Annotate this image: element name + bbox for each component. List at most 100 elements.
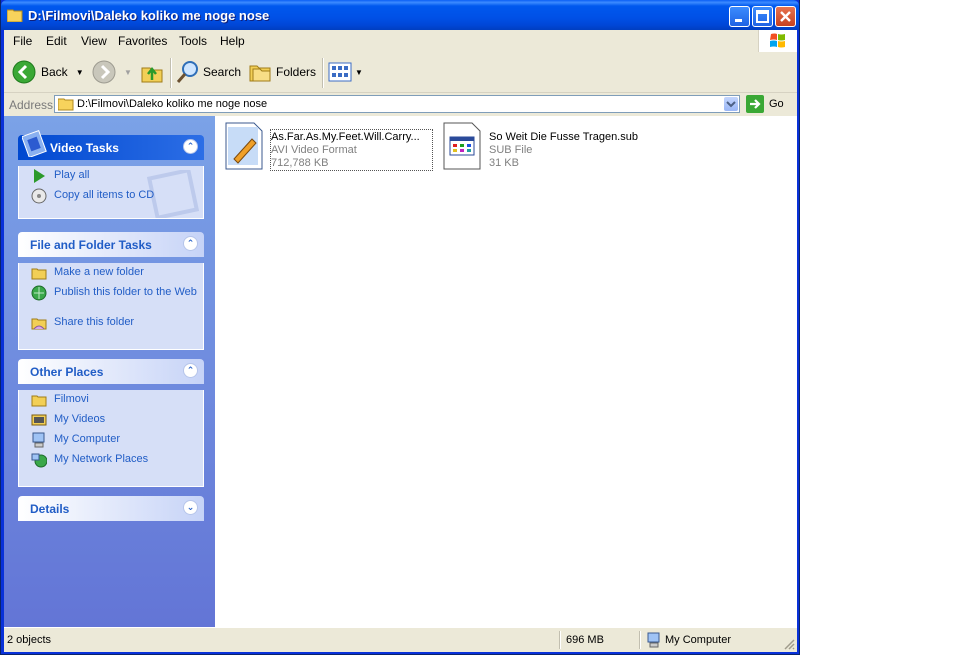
file-item-avi[interactable]: As.Far.As.My.Feet.Will.Carry... AVI Vide… [224, 121, 434, 173]
menu-view[interactable]: View [81, 34, 107, 48]
file-folder-tasks-header[interactable]: File and Folder Tasks ⌃ [18, 232, 204, 257]
address-bar: Address D:\Filmovi\Daleko koliko me noge… [4, 93, 797, 117]
search-button[interactable]: Search [176, 58, 241, 86]
share-folder-icon [31, 318, 47, 330]
task-label: Publish this folder to the Web [54, 286, 197, 298]
task-share-folder[interactable]: Share this folder [19, 313, 203, 333]
place-label: My Network Places [54, 453, 149, 465]
place-filmovi[interactable]: Filmovi [19, 390, 203, 410]
search-icon [176, 61, 198, 83]
details-title: Details [30, 502, 70, 516]
toolbar-separator [322, 58, 324, 88]
back-button[interactable]: Back ▼ [12, 58, 84, 86]
explorer-window: D:\Filmovi\Daleko koliko me noge nose Fi… [0, 0, 800, 655]
forward-button[interactable]: ▼ [92, 58, 132, 86]
details-panel: Details ⌄ [18, 496, 204, 521]
place-my-network[interactable]: My Network Places [19, 450, 203, 470]
other-places-header[interactable]: Other Places ⌃ [18, 359, 204, 384]
place-my-computer[interactable]: My Computer [19, 430, 203, 450]
views-dropdown-icon: ▼ [355, 67, 363, 77]
file-size: 31 KB [489, 157, 519, 169]
task-new-folder[interactable]: Make a new folder [19, 263, 203, 283]
video-file-icon [225, 122, 263, 170]
menu-file[interactable]: File [13, 34, 32, 48]
go-button[interactable]: Go [746, 95, 784, 113]
menu-tools[interactable]: Tools [179, 34, 207, 48]
views-button[interactable]: ▼ [328, 58, 363, 86]
task-label: Copy all items to CD [54, 189, 155, 201]
task-label: Make a new folder [54, 266, 144, 278]
film-icon [22, 129, 47, 157]
status-object-count: 2 objects [7, 634, 52, 646]
toolbar-separator [170, 58, 172, 88]
my-computer-icon [32, 432, 45, 448]
up-folder-icon [141, 66, 163, 83]
status-divider [639, 631, 641, 649]
task-play-all[interactable]: Play all [19, 166, 203, 186]
status-free-space: 696 MB [566, 634, 604, 646]
back-label: Back [41, 65, 68, 79]
file-name: So Weit Die Fusse Tragen.sub [489, 131, 638, 143]
folder-icon [58, 98, 74, 111]
play-icon [34, 169, 45, 183]
close-button[interactable] [775, 6, 796, 27]
menu-help[interactable]: Help [220, 34, 245, 48]
collapse-icon[interactable]: ⌃ [183, 139, 198, 154]
my-computer-icon [647, 632, 660, 648]
address-input[interactable]: D:\Filmovi\Daleko koliko me noge nose [54, 95, 740, 113]
video-tasks-header[interactable]: Video Tasks ⌃ [18, 129, 204, 160]
expand-icon[interactable]: ⌄ [183, 500, 198, 515]
file-size: 712,788 KB [271, 157, 329, 169]
title-bar[interactable]: D:\Filmovi\Daleko koliko me noge nose [1, 0, 799, 30]
resize-grip-icon[interactable] [783, 638, 795, 650]
forward-arrow-icon [92, 60, 116, 84]
search-label: Search [203, 65, 242, 79]
file-item-sub[interactable]: So Weit Die Fusse Tragen.sub SUB File 31… [442, 121, 652, 173]
menu-favorites[interactable]: Favorites [118, 34, 167, 48]
file-type: SUB File [489, 144, 533, 156]
file-folder-tasks-body: Make a new folder Publish this folder to… [18, 263, 204, 350]
other-places-body: Filmovi My Videos My Computer My Network… [18, 390, 204, 487]
task-publish-web[interactable]: Publish this folder to the Web [19, 283, 203, 313]
new-folder-icon [31, 268, 47, 280]
video-tasks-body: Play all Copy all items to CD [18, 166, 204, 219]
address-value: D:\Filmovi\Daleko koliko me noge nose [77, 98, 268, 110]
maximize-button[interactable] [752, 6, 773, 27]
forward-dropdown-icon: ▼ [124, 67, 132, 77]
collapse-icon[interactable]: ⌃ [183, 236, 198, 251]
folder-icon [7, 9, 23, 22]
task-copy-to-cd[interactable]: Copy all items to CD [19, 186, 203, 206]
collapse-icon[interactable]: ⌃ [183, 363, 198, 378]
place-my-videos[interactable]: My Videos [19, 410, 203, 430]
other-places-title: Other Places [30, 365, 104, 379]
details-header[interactable]: Details ⌄ [18, 496, 204, 521]
folders-button[interactable]: Folders [248, 58, 316, 86]
menu-bar: File Edit View Favorites Tools Help [4, 30, 797, 53]
place-label: Filmovi [54, 393, 89, 405]
close-icon [780, 11, 791, 22]
folder-icon [31, 395, 47, 407]
minimize-button[interactable] [729, 6, 750, 27]
file-name: As.Far.As.My.Feet.Will.Carry... [271, 131, 420, 143]
file-list[interactable]: As.Far.As.My.Feet.Will.Carry... AVI Vide… [215, 116, 797, 627]
folders-icon [249, 65, 271, 82]
windows-logo [758, 30, 797, 52]
address-label: Address [9, 98, 54, 112]
task-label: Share this folder [54, 316, 135, 328]
task-pane: Video Tasks ⌃ Play all Copy all items to… [4, 116, 215, 627]
menu-edit[interactable]: Edit [46, 34, 67, 48]
video-tasks-panel: Video Tasks ⌃ Play all Copy all items to… [18, 129, 204, 219]
minimize-icon [735, 19, 742, 22]
cd-copy-icon [31, 188, 47, 204]
address-dropdown-button[interactable] [724, 97, 738, 111]
up-folder-button[interactable] [140, 58, 164, 86]
network-places-icon [31, 453, 47, 468]
back-dropdown-icon[interactable]: ▼ [76, 68, 84, 77]
windows-flag-icon [770, 33, 785, 48]
window-title: D:\Filmovi\Daleko koliko me noge nose [28, 8, 270, 23]
place-label: My Videos [54, 413, 106, 425]
globe-icon [31, 285, 47, 301]
place-label: My Computer [54, 433, 121, 445]
back-arrow-icon [12, 60, 36, 84]
file-folder-tasks-panel: File and Folder Tasks ⌃ Make a new folde… [18, 232, 204, 350]
